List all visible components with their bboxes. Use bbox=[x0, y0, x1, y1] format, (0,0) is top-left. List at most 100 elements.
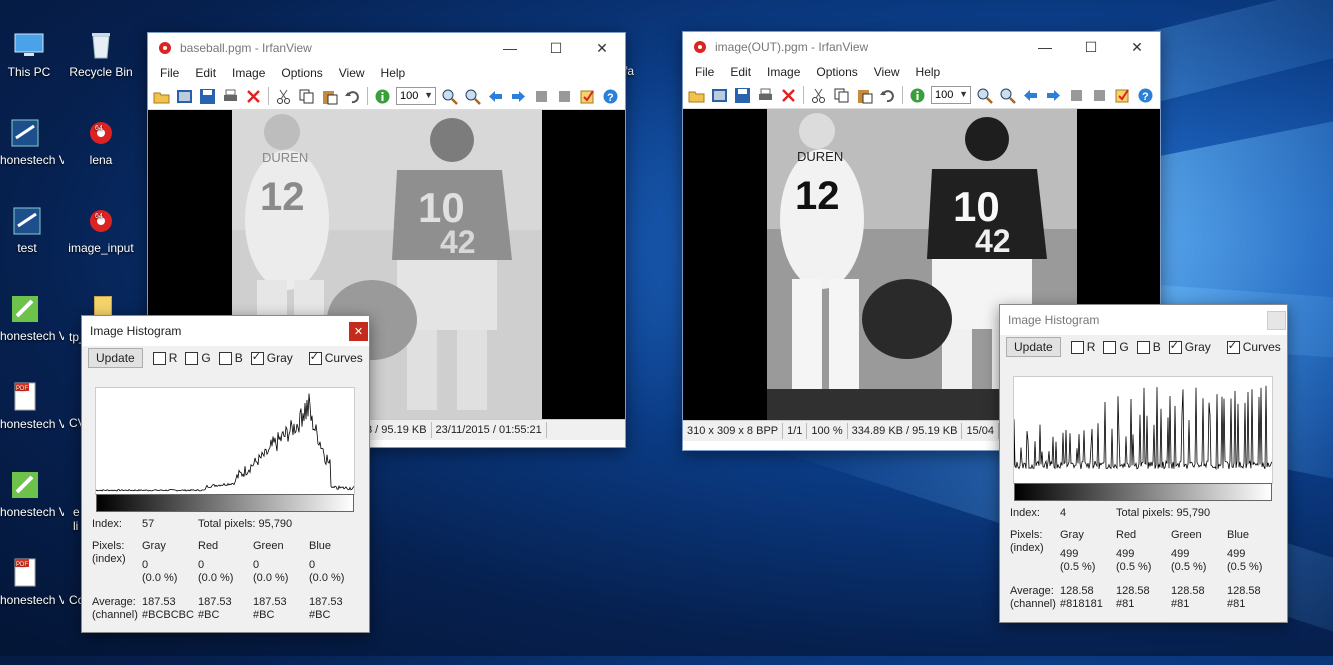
previous-arrow-icon[interactable] bbox=[484, 85, 507, 107]
checkbox-green[interactable]: G bbox=[185, 351, 211, 365]
menu-help[interactable]: Help bbox=[373, 66, 414, 80]
title-bar[interactable]: baseball.pgm - IrfanView — ☐ ✕ bbox=[148, 33, 625, 63]
checkbox-red[interactable]: R bbox=[152, 351, 177, 365]
delete-icon[interactable] bbox=[777, 84, 800, 106]
open-folder-icon[interactable] bbox=[150, 85, 173, 107]
checkbox-green[interactable]: G bbox=[1103, 340, 1129, 354]
save-icon[interactable] bbox=[731, 84, 754, 106]
desktop-partial-label[interactable]: e bbox=[73, 505, 80, 520]
menu-help[interactable]: Help bbox=[908, 65, 949, 79]
rotate-left-icon[interactable] bbox=[1065, 84, 1088, 106]
update-button[interactable]: Update bbox=[88, 348, 143, 368]
cut-icon[interactable] bbox=[272, 85, 295, 107]
delete-icon[interactable] bbox=[242, 85, 265, 107]
cut-icon[interactable] bbox=[807, 84, 830, 106]
menu-edit[interactable]: Edit bbox=[187, 66, 224, 80]
minimize-button[interactable]: — bbox=[1022, 32, 1068, 62]
menu-edit[interactable]: Edit bbox=[722, 65, 759, 79]
desktop-icon-this-pc[interactable]: This PC bbox=[0, 28, 68, 79]
dialog-title-bar[interactable]: Image Histogram bbox=[1000, 305, 1287, 335]
info-icon[interactable] bbox=[371, 85, 394, 107]
desktop-icon-honestech-2[interactable]: honestech VHS to D... bbox=[0, 292, 64, 343]
paste-icon[interactable] bbox=[853, 84, 876, 106]
desktop-icon-honestech-1[interactable]: honestech VHS to D... bbox=[0, 116, 64, 167]
checkbox-gray[interactable]: Gray bbox=[250, 350, 293, 365]
desktop-icon-label: lena bbox=[89, 153, 113, 167]
dialog-title-bar[interactable]: Image Histogram ✕ bbox=[82, 316, 369, 346]
help-icon[interactable]: ? bbox=[599, 85, 622, 107]
rotate-left-icon[interactable] bbox=[530, 85, 553, 107]
checkbox-blue[interactable]: B bbox=[218, 351, 243, 365]
desktop-icon-honestech-5[interactable]: PDF honestech VHS to D... bbox=[0, 556, 64, 607]
edit-icon[interactable] bbox=[1111, 84, 1134, 106]
desktop-icon-image-input[interactable]: 64 image_input bbox=[62, 204, 140, 255]
checkbox-gray[interactable]: Gray bbox=[1168, 339, 1211, 354]
histogram-dialog-input[interactable]: Image Histogram ✕ Update R G B Gray Curv… bbox=[81, 315, 370, 633]
thumbnails-icon[interactable] bbox=[708, 84, 731, 106]
close-button[interactable]: ✕ bbox=[579, 33, 625, 63]
checkbox-blue[interactable]: B bbox=[1136, 340, 1161, 354]
desktop-icon-recycle-bin[interactable]: Recycle Bin bbox=[62, 28, 140, 79]
histogram-plot[interactable] bbox=[95, 387, 355, 495]
info-icon[interactable] bbox=[906, 84, 929, 106]
next-arrow-icon[interactable] bbox=[1042, 84, 1065, 106]
pixels-label-text: Pixels: bbox=[92, 540, 125, 552]
previous-arrow-icon[interactable] bbox=[1019, 84, 1042, 106]
menu-image[interactable]: Image bbox=[224, 66, 273, 80]
open-folder-icon[interactable] bbox=[685, 84, 708, 106]
histogram-plot[interactable] bbox=[1013, 376, 1273, 484]
rotate-right-icon[interactable] bbox=[1088, 84, 1111, 106]
rotate-right-icon[interactable] bbox=[553, 85, 576, 107]
zoom-in-icon[interactable] bbox=[438, 85, 461, 107]
close-icon[interactable]: ✕ bbox=[349, 322, 368, 341]
histogram-dialog-output[interactable]: Image Histogram Update R G B Gray Curves… bbox=[999, 304, 1288, 623]
copy-icon[interactable] bbox=[295, 85, 318, 107]
menu-view[interactable]: View bbox=[866, 65, 908, 79]
paste-icon[interactable] bbox=[318, 85, 341, 107]
undo-icon[interactable] bbox=[876, 84, 899, 106]
window-title: baseball.pgm - IrfanView bbox=[180, 41, 312, 55]
close-button[interactable]: ✕ bbox=[1114, 32, 1160, 62]
gray-gradient-bar bbox=[96, 494, 354, 512]
zoom-out-icon[interactable] bbox=[461, 85, 484, 107]
desktop-icon-honestech-3[interactable]: PDF honestech VHS to D... bbox=[0, 380, 64, 431]
desktop-icon-honestech-4[interactable]: honestech VHS to D... bbox=[0, 468, 64, 519]
help-icon[interactable]: ? bbox=[1134, 84, 1157, 106]
pixel-pct: (0.0 %) bbox=[142, 572, 178, 584]
svg-text:12: 12 bbox=[795, 174, 840, 218]
next-arrow-icon[interactable] bbox=[507, 85, 530, 107]
avg-label-text: Average: bbox=[1010, 585, 1054, 597]
zoom-select[interactable]: 100 ▼ bbox=[396, 87, 436, 105]
thumbnails-icon[interactable] bbox=[173, 85, 196, 107]
edit-icon[interactable] bbox=[576, 85, 599, 107]
desktop-icon-test[interactable]: test bbox=[0, 204, 66, 255]
menu-options[interactable]: Options bbox=[273, 66, 330, 80]
zoom-in-icon[interactable] bbox=[973, 84, 996, 106]
irfanview-file-icon: 64 bbox=[84, 116, 118, 150]
zoom-out-icon[interactable] bbox=[996, 84, 1019, 106]
close-icon[interactable] bbox=[1267, 311, 1286, 330]
title-bar[interactable]: image(OUT).pgm - IrfanView — ☐ ✕ bbox=[683, 32, 1160, 62]
checkbox-curves[interactable]: Curves bbox=[1226, 339, 1281, 354]
checkbox-red[interactable]: R bbox=[1070, 340, 1095, 354]
menu-file[interactable]: File bbox=[687, 65, 722, 79]
menu-options[interactable]: Options bbox=[808, 65, 865, 79]
col-green: Green 0 (0.0 %) bbox=[253, 540, 288, 585]
print-icon[interactable] bbox=[754, 84, 777, 106]
save-icon[interactable] bbox=[196, 85, 219, 107]
checkbox-curves[interactable]: Curves bbox=[308, 350, 363, 365]
maximize-button[interactable]: ☐ bbox=[1068, 32, 1114, 62]
copy-icon[interactable] bbox=[830, 84, 853, 106]
update-button[interactable]: Update bbox=[1006, 337, 1061, 357]
menu-view[interactable]: View bbox=[331, 66, 373, 80]
desktop-icon-lena[interactable]: 64 lena bbox=[62, 116, 140, 167]
maximize-button[interactable]: ☐ bbox=[533, 33, 579, 63]
menu-file[interactable]: File bbox=[152, 66, 187, 80]
undo-icon[interactable] bbox=[341, 85, 364, 107]
zoom-select[interactable]: 100 ▼ bbox=[931, 86, 971, 104]
avg-blue: 187.53 #BC bbox=[309, 596, 343, 622]
menu-image[interactable]: Image bbox=[759, 65, 808, 79]
print-icon[interactable] bbox=[219, 85, 242, 107]
minimize-button[interactable]: — bbox=[487, 33, 533, 63]
desktop-partial-label[interactable]: li bbox=[73, 519, 78, 534]
